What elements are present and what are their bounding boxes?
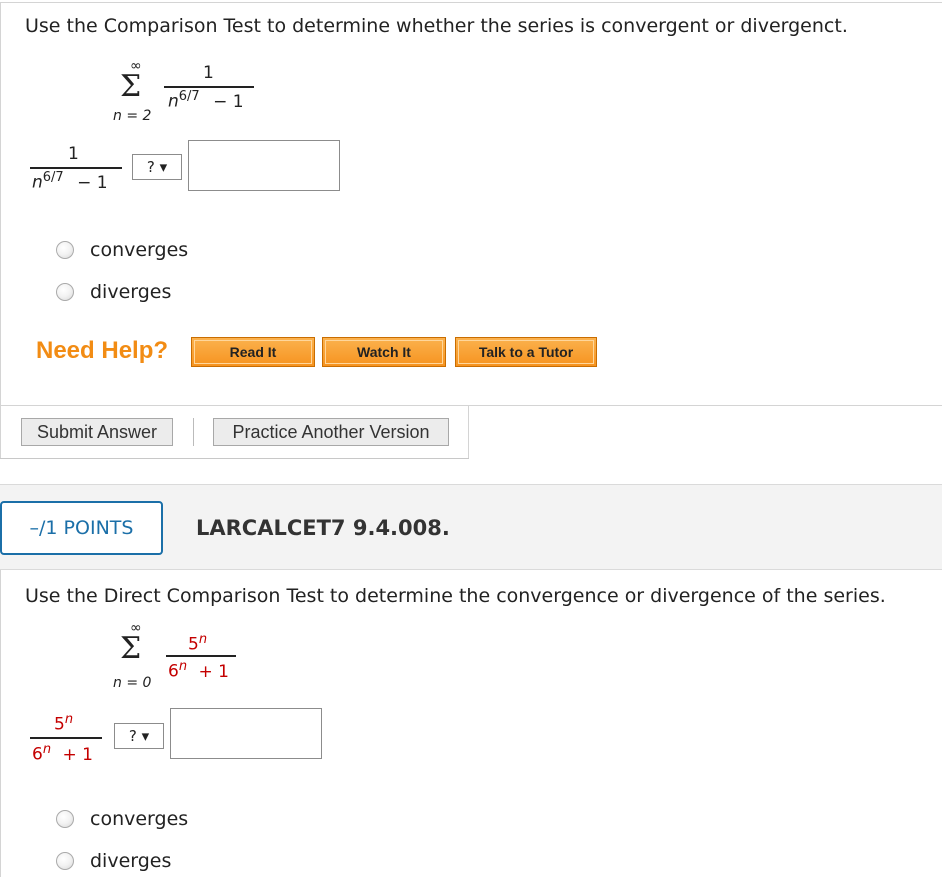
q1-sigma: Σ [120,69,142,104]
q2-question-id: LARCALCET7 9.4.008. [196,516,450,540]
submit-answer-button[interactable]: Submit Answer [21,418,173,446]
q2-points-badge: –/1 POINTS [0,501,163,555]
q2-compare-num-exp: n [64,712,74,727]
q2-answer-input[interactable] [170,708,322,759]
actions-right-border [468,405,469,458]
talk-to-tutor-label: Talk to a Tutor [478,344,574,360]
q1-sum-lower: n = 2 [113,108,152,124]
q1-series-den-base: n [168,91,179,112]
talk-to-tutor-button[interactable]: Talk to a Tutor [455,337,597,367]
q2-series-fraction-bar [166,655,236,657]
q2-label-diverges: diverges [90,850,172,872]
q1-series-den-tail: − 1 [213,91,244,112]
q2-sigma: Σ [120,631,142,666]
q1-answer-input[interactable] [188,140,340,191]
q2-sum-lower: n = 0 [113,675,152,691]
watch-it-label: Watch It [357,344,411,360]
q2-label-converges: converges [90,808,189,830]
q1-radio-converges[interactable] [56,241,74,259]
q2-series-numerator: 5n [188,632,207,655]
q2-prompt: Use the Direct Comparison Test to determ… [25,585,886,607]
q1-prompt: Use the Comparison Test to determine whe… [25,15,848,37]
read-it-button[interactable]: Read It [191,337,315,367]
watch-it-button[interactable]: Watch It [322,337,446,367]
q2-series-den-tail: + 1 [198,662,228,682]
q1-series-fraction-bar [164,86,254,88]
q1-compare-den-exp: 6/7 [42,170,64,185]
q1-label-converges: converges [90,239,189,261]
q1-radio-diverges[interactable] [56,283,74,301]
q1-compare-den-base: n [32,172,43,193]
q2-compare-den-tail: + 1 [62,744,93,765]
q1-compare-term: 1 n6/7 − 1 [30,144,130,200]
q1-compare-numerator: 1 [68,144,79,164]
q2-series-denominator: 6n + 1 [168,659,229,682]
q2-relation-select[interactable]: ? ▾ [114,723,164,749]
q2-compare-num-base: 5 [54,714,65,735]
q2-left-border [0,570,1,877]
q2-series-num-base: 5 [188,634,199,655]
q1-series-numerator: 1 [203,63,214,83]
q1-series: ∞ Σ n = 2 1 n6/7 − 1 [110,58,270,130]
q2-series-den-exp: n [178,659,188,674]
q1-compare-den-tail: − 1 [77,172,108,193]
q2-compare-numerator: 5n [54,712,73,735]
q1-label-diverges: diverges [90,281,172,303]
q2-compare-fraction-bar [30,737,102,739]
q2-radio-converges[interactable] [56,810,74,828]
q1-relation-select[interactable]: ? ▾ [132,154,182,180]
q2-compare-denominator: 6n + 1 [32,742,93,765]
q2-radio-diverges[interactable] [56,852,74,870]
q1-series-denominator: n6/7 − 1 [168,89,244,112]
need-help-title: Need Help? [36,337,169,364]
read-it-label: Read It [229,344,277,360]
q2-series-num-exp: n [198,632,208,647]
q1-compare-denominator: n6/7 − 1 [32,170,108,193]
q2-series-den-base: 6 [168,661,179,682]
q2-series-den-tail-text: + 1 [198,661,229,682]
actions-divider [193,418,194,446]
left-border [0,2,1,458]
q2-series: ∞ Σ n = 0 5n 6n + 1 [110,620,270,694]
q2-compare-den-base: 6 [32,744,43,765]
q2-compare-den-exp: n [42,742,52,757]
practice-another-version-button[interactable]: Practice Another Version [213,418,449,446]
q1-compare-fraction-bar [30,167,122,169]
actions-top-rule [0,405,942,406]
q1-series-den-exp: 6/7 [178,89,200,104]
actions-bottom-rule [0,458,469,459]
top-border [0,2,942,3]
